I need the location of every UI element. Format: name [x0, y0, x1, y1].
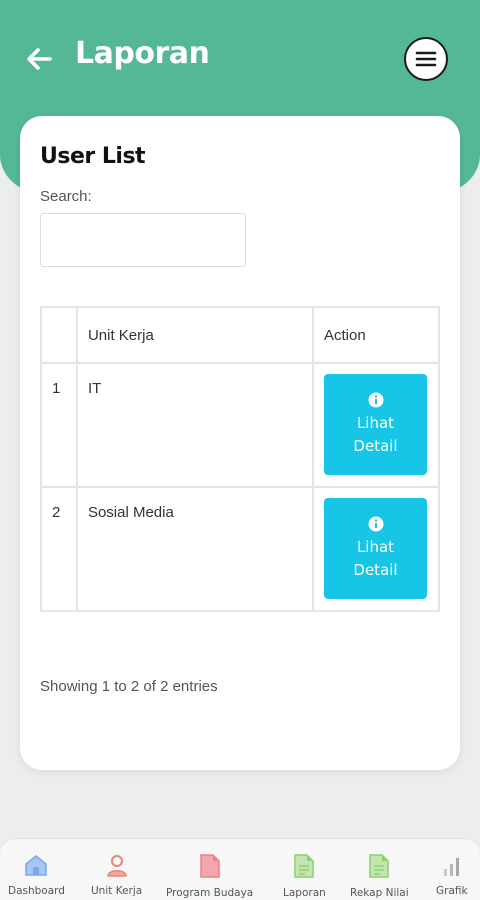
hamburger-menu-icon: [415, 51, 437, 67]
column-header-action[interactable]: Action: [312, 306, 440, 364]
arrow-left-icon: [27, 48, 52, 70]
unit-kerja-cell: Sosial Media: [75, 486, 315, 612]
page-title: Laporan: [75, 36, 210, 71]
unit-kerja-cell: IT: [75, 362, 315, 488]
document-icon: [294, 854, 315, 878]
bottom-navigation: Dashboard Unit Kerja Program Budaya Lapo…: [0, 838, 480, 900]
info-icon: [368, 516, 383, 531]
user-table: Unit Kerja Action 1 IT Lihat Detail 2 So…: [40, 306, 440, 612]
back-button[interactable]: [22, 42, 56, 76]
nav-item-unit-kerja[interactable]: Unit Kerja: [91, 853, 142, 897]
nav-item-dashboard[interactable]: Dashboard: [8, 853, 65, 897]
user-icon: [106, 855, 127, 877]
search-label: Search:: [40, 188, 92, 205]
nav-label: Unit Kerja: [91, 885, 143, 897]
table-row: 2 Sosial Media Lihat Detail: [40, 486, 440, 612]
lihat-detail-button[interactable]: Lihat Detail: [324, 498, 427, 599]
table-header-row: Unit Kerja Action: [40, 306, 440, 364]
button-label-line1: Lihat: [356, 537, 395, 556]
user-list-card: User List Search: Unit Kerja Action 1 IT: [20, 116, 460, 770]
button-label-line2: Detail: [353, 560, 398, 579]
lihat-detail-button[interactable]: Lihat Detail: [324, 374, 427, 475]
table-entries-info: Showing 1 to 2 of 2 entries: [40, 678, 218, 695]
nav-label: Grafik: [436, 885, 468, 897]
info-icon: [368, 392, 383, 407]
home-icon: [25, 855, 48, 876]
row-number: 2: [40, 486, 78, 612]
app-header: Laporan: [0, 28, 480, 92]
button-label-line2: Detail: [353, 436, 398, 455]
action-cell: Lihat Detail: [312, 486, 440, 612]
nav-item-grafik[interactable]: Grafik: [436, 853, 468, 897]
action-cell: Lihat Detail: [312, 362, 440, 488]
search-input[interactable]: [40, 213, 246, 267]
nav-item-rekap-nilai[interactable]: Rekap Nilai: [350, 853, 409, 899]
document-icon: [199, 854, 220, 878]
card-title: User List: [40, 144, 146, 169]
menu-button[interactable]: [404, 37, 448, 81]
column-header-number: [40, 306, 78, 364]
column-header-unit-kerja[interactable]: Unit Kerja: [75, 306, 315, 364]
nav-label: Rekap Nilai: [350, 887, 409, 899]
nav-label: Program Budaya: [166, 887, 254, 899]
document-icon: [369, 854, 390, 878]
nav-item-program-budaya[interactable]: Program Budaya: [166, 853, 253, 899]
button-label-line1: Lihat: [356, 413, 395, 432]
nav-item-laporan[interactable]: Laporan: [283, 853, 326, 899]
nav-label: Dashboard: [8, 885, 65, 897]
row-number: 1: [40, 362, 78, 488]
nav-label: Laporan: [283, 887, 326, 899]
table-row: 1 IT Lihat Detail: [40, 362, 440, 488]
bar-chart-icon: [443, 858, 459, 876]
